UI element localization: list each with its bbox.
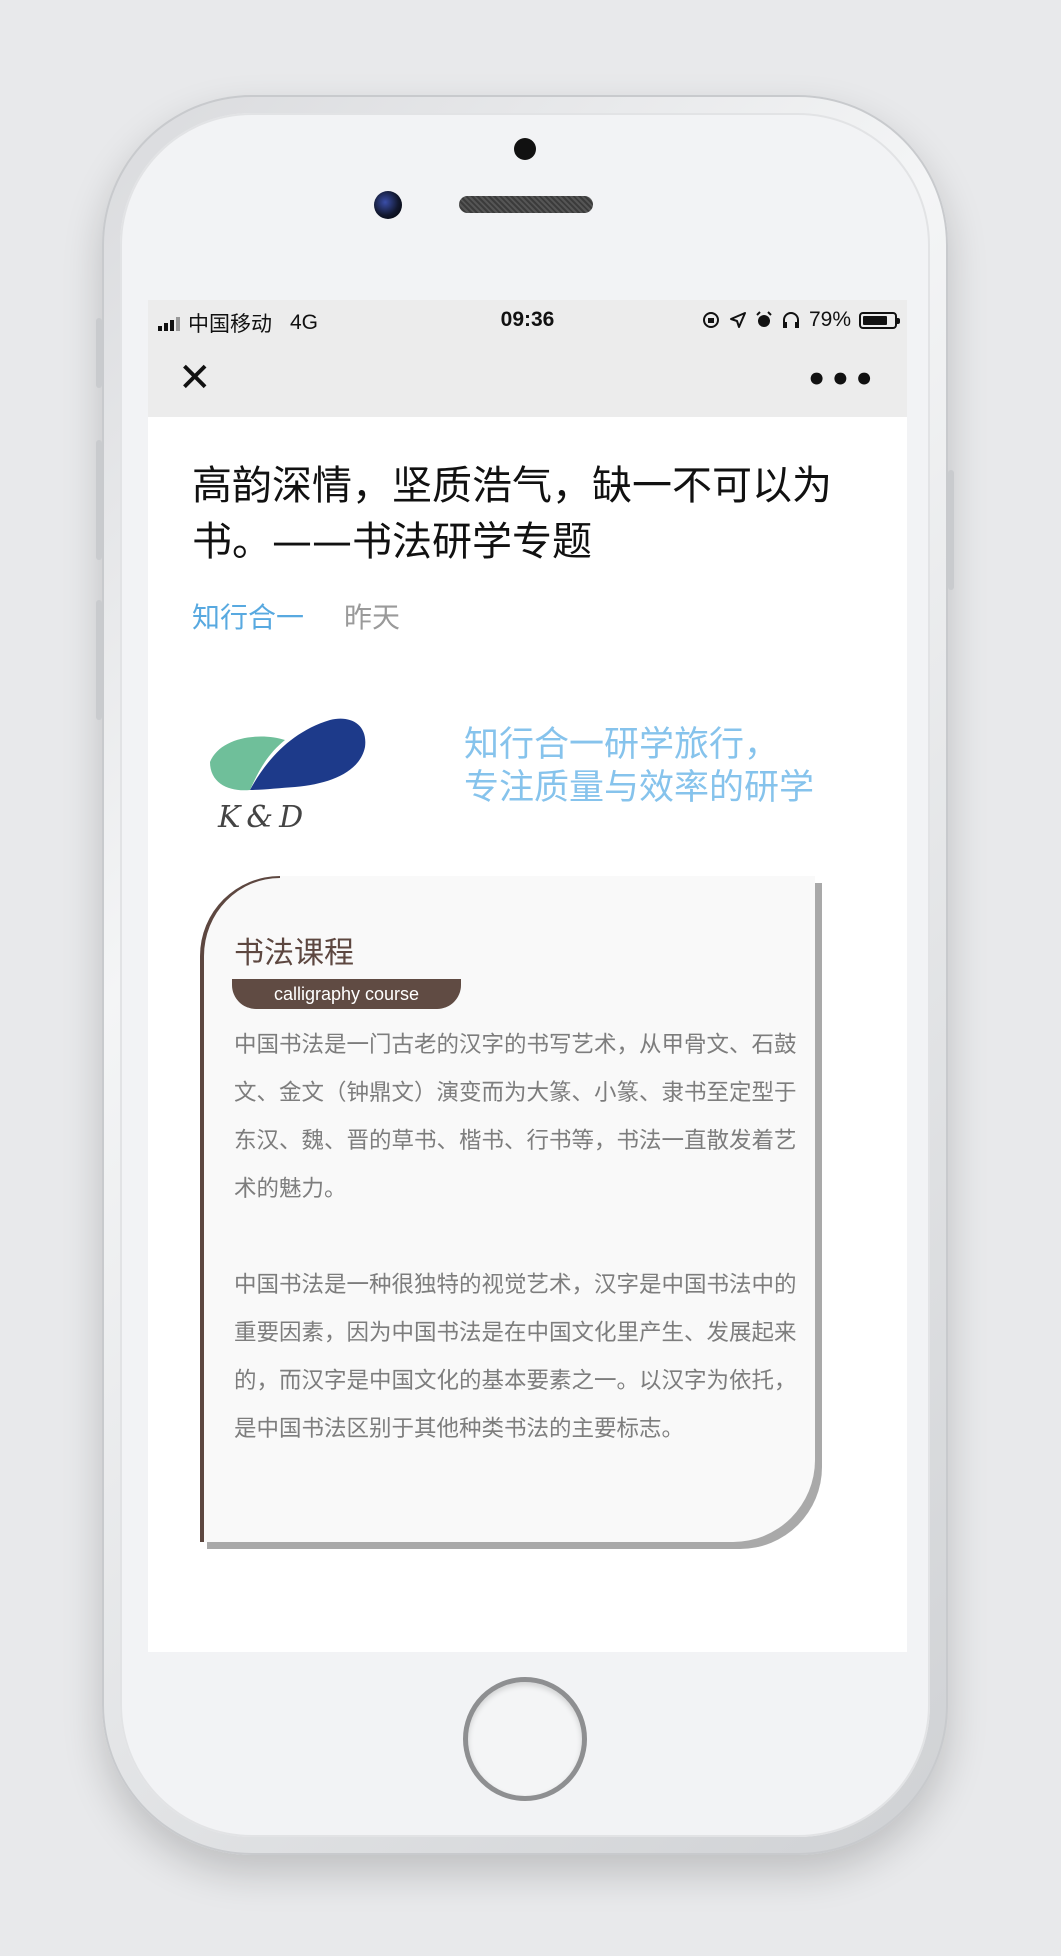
status-bar: 中国移动 4G 09:36 79% — [148, 300, 907, 340]
home-button[interactable] — [463, 1677, 587, 1801]
status-right: 79% — [701, 308, 900, 332]
article-title: 高韵深情，坚质浩气，缺一不可以为书。——书法研学专题 — [192, 463, 832, 565]
card-body: 中国书法是一门古老的汉字的书写艺术，从甲骨文、石鼓文、金文（钟鼎文）演变而为大篆… — [234, 1021, 800, 1453]
svg-text:K&D: K&D — [217, 800, 309, 835]
headphones-icon — [782, 312, 799, 328]
screen: 中国移动 4G 09:36 79% ✕ ••• 高韵深情，坚质浩气，缺一不可以为… — [148, 300, 907, 1652]
publish-date: 昨天 — [344, 601, 401, 634]
card-tag: calligraphy course — [232, 979, 461, 1009]
earpiece-speaker — [459, 196, 593, 213]
more-icon[interactable]: ••• — [806, 360, 877, 400]
slogan-line-1: 知行合一研学旅行， — [464, 725, 780, 765]
slogan: 知行合一研学旅行， 专注质量与效率的研学 — [464, 724, 884, 810]
card-paragraph-1: 中国书法是一门古老的汉字的书写艺术，从甲骨文、石鼓文、金文（钟鼎文）演变而为大篆… — [234, 1032, 797, 1202]
location-icon — [729, 312, 746, 328]
card-paragraph-2: 中国书法是一种很独特的视觉艺术，汉字是中国书法中的重要因素，因为中国书法是在中国… — [234, 1272, 797, 1442]
orientation-lock-icon — [702, 312, 719, 328]
volume-down-button — [96, 600, 102, 720]
slogan-line-2: 专注质量与效率的研学 — [464, 768, 815, 808]
proximity-sensor — [514, 138, 536, 160]
article-meta: 知行合一 昨天 — [192, 596, 400, 636]
front-camera — [374, 191, 402, 219]
card-title: 书法课程 — [234, 936, 354, 971]
account-name-link[interactable]: 知行合一 — [192, 596, 304, 636]
battery-icon — [859, 311, 900, 329]
close-icon[interactable]: ✕ — [178, 358, 212, 398]
alarm-icon — [756, 311, 772, 327]
battery-percent: 79% — [808, 308, 851, 331]
kd-logo: K&D — [210, 718, 366, 835]
mute-switch — [96, 318, 102, 388]
power-button — [948, 470, 954, 590]
volume-up-button — [96, 440, 102, 560]
nav-bar: ✕ ••• — [148, 340, 907, 417]
